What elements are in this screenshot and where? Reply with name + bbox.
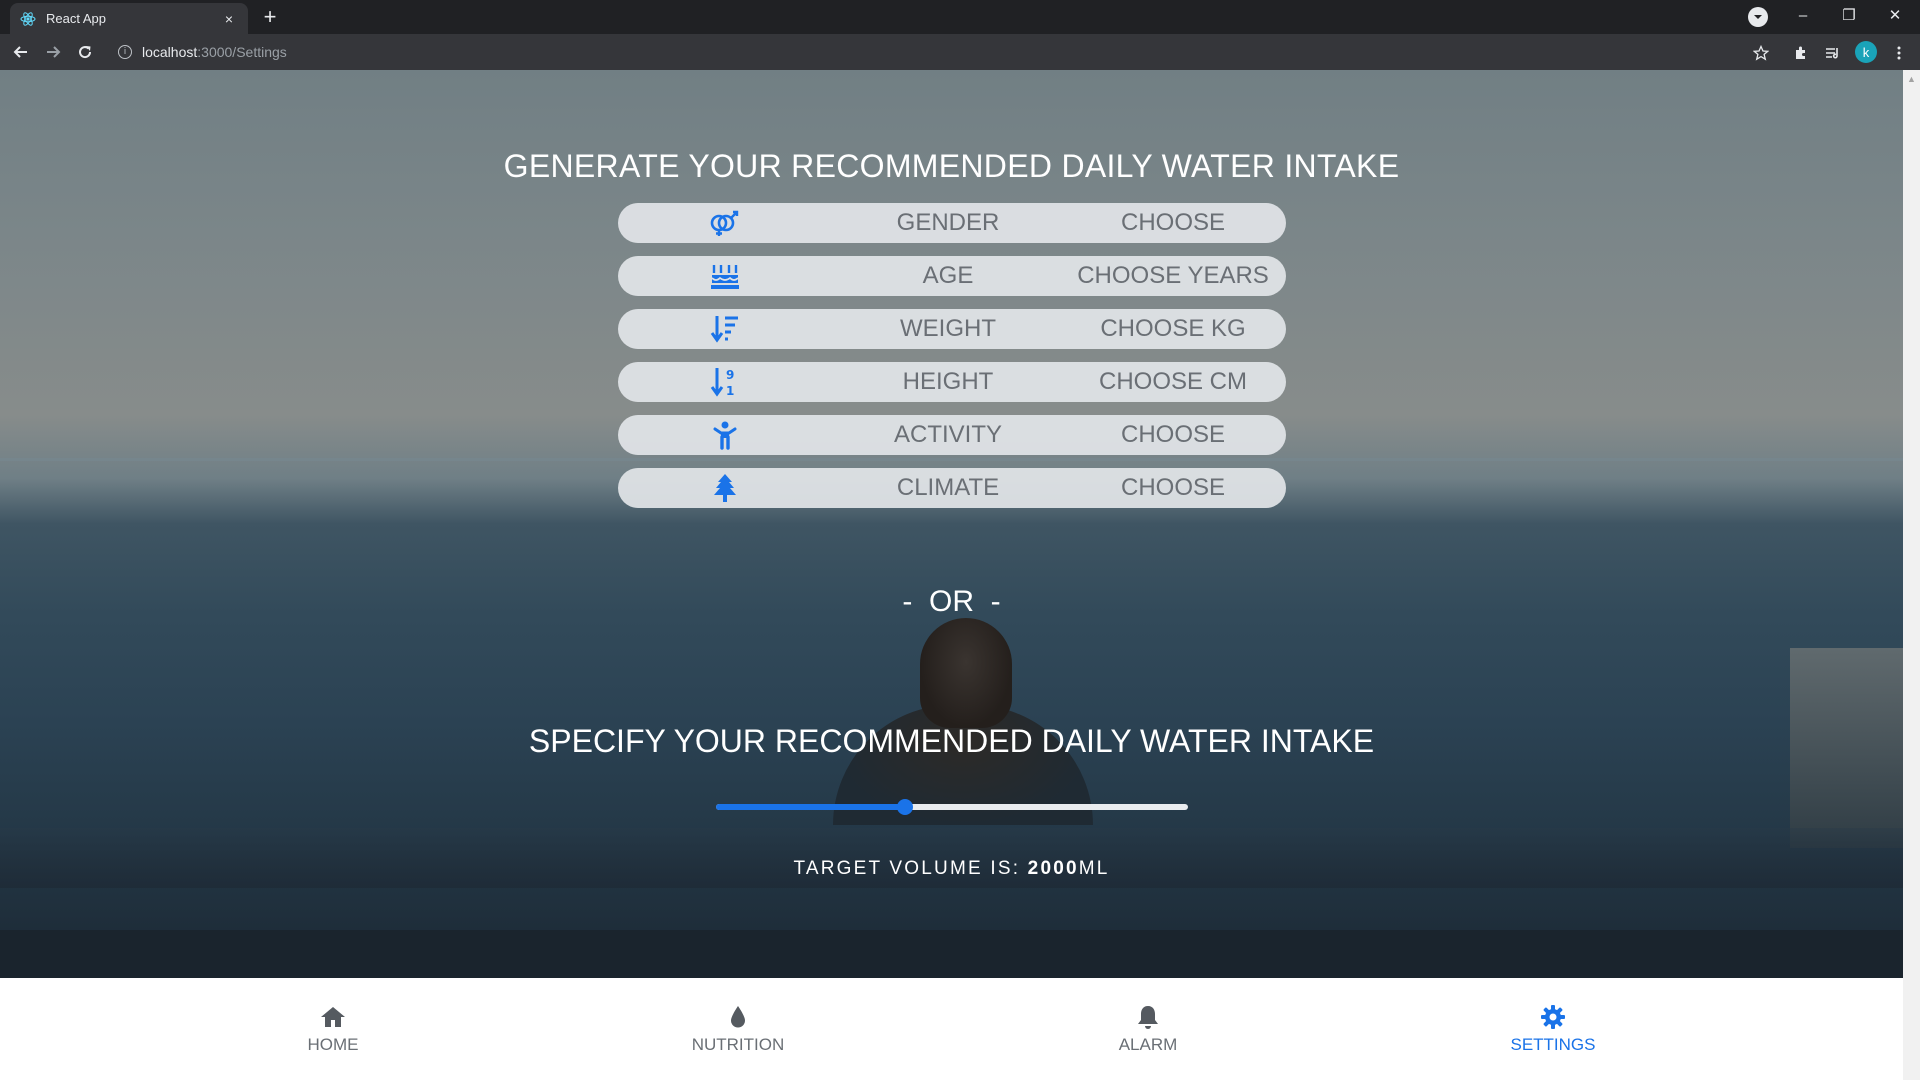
weight-label: WEIGHT	[900, 315, 996, 342]
weight-value[interactable]: CHOOSE KG	[1058, 315, 1288, 343]
settings-content: GENERATE YOUR RECOMMENDED DAILY WATER IN…	[0, 70, 1903, 978]
height-label: HEIGHT	[902, 368, 994, 395]
weight-option-row[interactable]: WEIGHT CHOOSE KG	[618, 309, 1286, 349]
address-bar[interactable]: i localhost :3000/Settings	[110, 37, 1750, 67]
gender-icon	[708, 206, 742, 240]
gender-value[interactable]: CHOOSE	[1058, 209, 1288, 237]
slider-fill	[716, 804, 905, 810]
tab-title: React App	[46, 11, 106, 26]
nav-settings[interactable]: SETTINGS	[1433, 978, 1673, 1080]
sort-numeric-down-icon: 91	[708, 365, 742, 399]
sort-amount-down-icon	[708, 312, 742, 346]
target-value: 2000	[1027, 858, 1079, 879]
media-control-icon[interactable]	[1748, 7, 1768, 27]
tree-icon	[708, 471, 742, 505]
home-icon	[319, 1003, 347, 1031]
specify-title: SPECIFY YOUR RECOMMENDED DAILY WATER INT…	[528, 723, 1375, 759]
url-path: :3000/Settings	[197, 44, 287, 60]
nav-nutrition[interactable]: NUTRITION	[618, 978, 858, 1080]
bottom-navigation: HOME NUTRITION ALARM SETTINGS	[0, 978, 1903, 1080]
water-drop-icon	[724, 1003, 752, 1031]
react-logo-icon	[20, 11, 36, 27]
gear-icon	[1539, 1003, 1567, 1031]
forward-icon[interactable]	[41, 40, 65, 64]
gender-label: GENDER	[896, 209, 1000, 236]
page-scrollbar[interactable]: ▲	[1903, 70, 1920, 1080]
close-window-button[interactable]: ✕	[1872, 0, 1918, 30]
nav-alarm-label: ALARM	[1118, 1035, 1178, 1054]
menu-kebab-icon[interactable]	[1888, 42, 1910, 64]
new-tab-button[interactable]: +	[258, 6, 282, 30]
browser-tabstrip: React App × + – ❐ ✕	[0, 0, 1920, 34]
svg-text:1: 1	[726, 384, 734, 398]
media-queue-icon[interactable]	[1822, 42, 1844, 64]
age-value[interactable]: CHOOSE YEARS	[1058, 262, 1288, 290]
minimize-button[interactable]: –	[1780, 0, 1826, 30]
climate-label: CLIMATE	[896, 474, 1000, 501]
page-title: GENERATE YOUR RECOMMENDED DAILY WATER IN…	[503, 148, 1400, 184]
scroll-up-arrow-icon[interactable]: ▲	[1903, 74, 1920, 86]
child-icon	[708, 418, 742, 452]
nav-nutrition-label: NUTRITION	[691, 1035, 785, 1054]
restore-button[interactable]: ❐	[1826, 0, 1872, 30]
height-option-row[interactable]: 91 HEIGHT CHOOSE CM	[618, 362, 1286, 402]
back-icon[interactable]	[9, 40, 33, 64]
height-value[interactable]: CHOOSE CM	[1058, 368, 1288, 396]
page-viewport: GENERATE YOUR RECOMMENDED DAILY WATER IN…	[0, 70, 1903, 1080]
browser-tab[interactable]: React App ×	[10, 3, 248, 34]
water-intake-slider[interactable]	[716, 799, 1188, 815]
nav-alarm[interactable]: ALARM	[1028, 978, 1268, 1080]
extensions-icon[interactable]	[1790, 42, 1812, 64]
activity-option-row[interactable]: ACTIVITY CHOOSE	[618, 415, 1286, 455]
profile-avatar[interactable]: k	[1855, 41, 1877, 63]
svg-text:9: 9	[726, 368, 734, 382]
birthday-cake-icon	[708, 259, 742, 293]
gender-option-row[interactable]: GENDER CHOOSE	[618, 203, 1286, 243]
slider-thumb[interactable]	[896, 799, 913, 815]
nav-home-label: HOME	[307, 1035, 359, 1054]
target-prefix: TARGET VOLUME IS:	[793, 858, 1028, 879]
reload-icon[interactable]	[73, 40, 97, 64]
climate-value[interactable]: CHOOSE	[1058, 474, 1288, 502]
activity-label: ACTIVITY	[893, 421, 1002, 448]
climate-option-row[interactable]: CLIMATE CHOOSE	[618, 468, 1286, 508]
age-label: AGE	[922, 262, 974, 289]
nav-home[interactable]: HOME	[213, 978, 453, 1080]
url-host: localhost	[142, 44, 198, 60]
tab-close-icon[interactable]: ×	[220, 11, 238, 27]
browser-toolbar: i localhost :3000/Settings	[0, 34, 1920, 70]
or-divider: - OR -	[902, 585, 1001, 618]
target-unit: ML	[1078, 858, 1110, 879]
target-volume-text: TARGET VOLUME IS: 2000ML	[0, 858, 1903, 880]
bell-icon	[1134, 1003, 1162, 1031]
bookmark-star-icon[interactable]	[1750, 42, 1772, 64]
site-info-icon[interactable]: i	[118, 45, 132, 59]
activity-value[interactable]: CHOOSE	[1058, 421, 1288, 449]
age-option-row[interactable]: AGE CHOOSE YEARS	[618, 256, 1286, 296]
nav-settings-label: SETTINGS	[1510, 1035, 1596, 1054]
